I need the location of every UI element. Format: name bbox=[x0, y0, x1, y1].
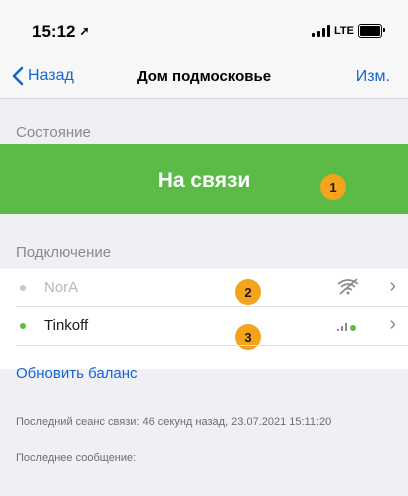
chevron-right-icon: › bbox=[389, 275, 396, 297]
chevron-right-icon: › bbox=[389, 313, 396, 335]
location-arrow-icon: ➚ bbox=[79, 24, 90, 38]
list-item[interactable]: NorA › bbox=[0, 269, 408, 306]
status-time: 15:12 ➚ bbox=[32, 22, 90, 42]
last-session-text: Последний сеанс связи: 46 секунд назад, … bbox=[16, 416, 332, 428]
wifi-off-icon bbox=[337, 278, 359, 295]
connection-section-header: Подключение bbox=[16, 244, 112, 261]
battery-icon bbox=[358, 24, 385, 38]
network-type: LTE bbox=[334, 25, 354, 37]
state-section-header: Состояние bbox=[16, 124, 91, 141]
status-text: На связи bbox=[157, 169, 251, 192]
marker-badge: 3 bbox=[235, 324, 261, 350]
marker-badge: 1 bbox=[320, 174, 346, 200]
connection-name: NorA bbox=[44, 279, 79, 296]
divider bbox=[16, 345, 408, 346]
connection-name: Tinkoff bbox=[44, 317, 89, 334]
status-indicators: LTE bbox=[312, 24, 385, 38]
status-dot bbox=[20, 322, 26, 329]
status-banner: На связи 1 bbox=[0, 144, 408, 214]
connections-list: NorA › 2 Tinkoff › 3 bbox=[0, 269, 408, 369]
edit-button[interactable]: Изм. bbox=[356, 68, 390, 86]
marker-badge: 2 bbox=[235, 279, 261, 305]
page-title: Дом подмосковье bbox=[136, 68, 272, 85]
status-dot bbox=[20, 284, 26, 291]
refresh-balance-link[interactable]: Обновить баланс bbox=[16, 365, 138, 382]
clock-text: 15:12 bbox=[32, 22, 76, 41]
last-message-text: Последнее сообщение: bbox=[16, 452, 137, 464]
cell-signal-icon bbox=[312, 25, 331, 37]
list-item[interactable]: Tinkoff › bbox=[0, 307, 408, 344]
navigation-bar: Назад Дом подмосковье Изм. bbox=[0, 62, 408, 99]
cellular-signal-icon bbox=[337, 323, 356, 331]
status-bar: 15:12 ➚ LTE bbox=[0, 0, 408, 62]
